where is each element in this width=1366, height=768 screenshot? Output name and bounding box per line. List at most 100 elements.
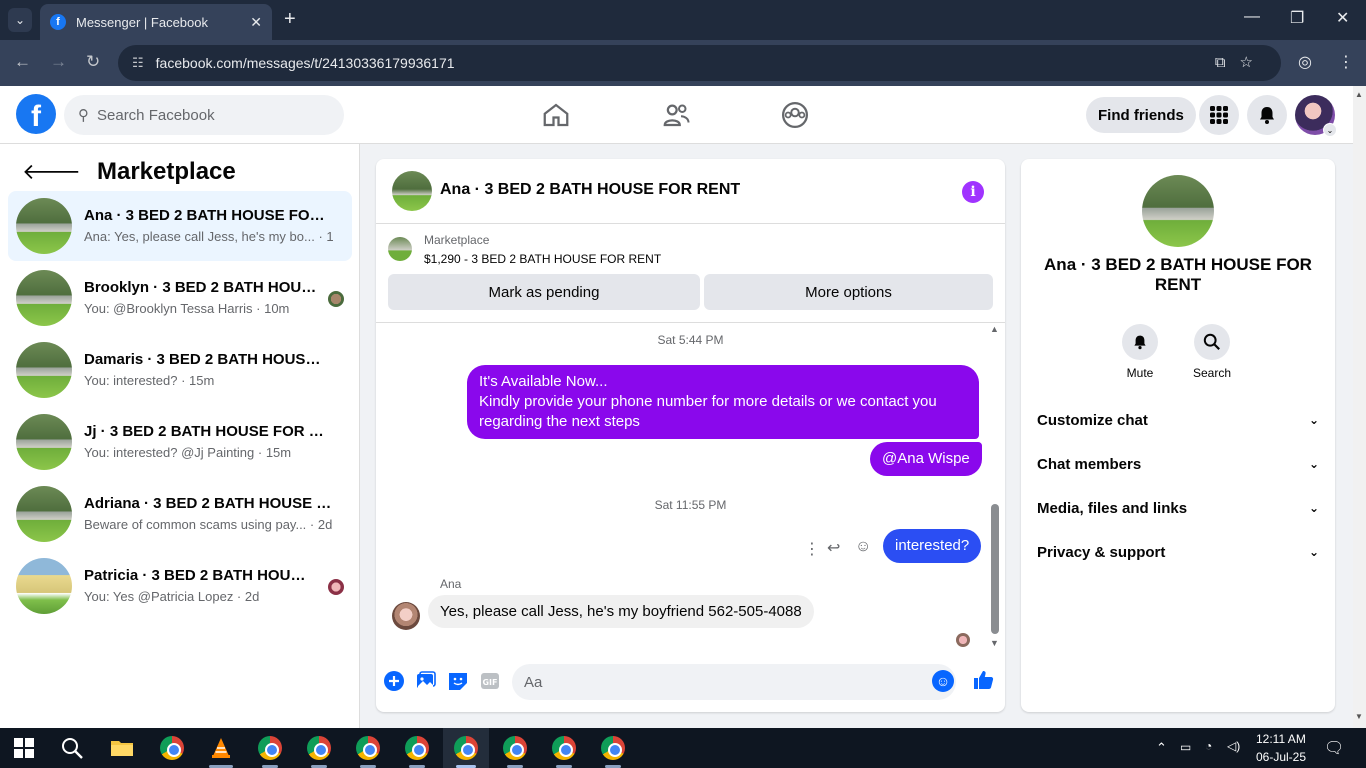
conversation-item-jj[interactable]: Jj · 3 BED 2 BATH HOUSE FOR RENT You: in… xyxy=(8,407,352,477)
minimize-icon[interactable]: — xyxy=(1244,8,1260,26)
show-hidden-icons-chevron-icon[interactable]: ⌃ xyxy=(1156,740,1167,756)
clock-time[interactable]: 12:11 AM xyxy=(1256,732,1306,746)
notification-center-icon[interactable]: 🗨 xyxy=(1324,738,1344,758)
profile-icon[interactable]: ◎ xyxy=(1298,52,1312,72)
search-label: Search xyxy=(1192,366,1232,380)
message-thread[interactable]: Sat 5:44 PM It's Available Now... Kindly… xyxy=(376,322,1005,652)
tab-search-chevron-icon[interactable]: ⌄ xyxy=(8,8,32,32)
chat-members-row[interactable]: Chat members ⌄ xyxy=(1037,452,1319,476)
file-explorer-icon[interactable] xyxy=(110,736,134,760)
sender-avatar[interactable] xyxy=(392,602,420,630)
facebook-logo-icon[interactable]: f xyxy=(16,94,56,134)
notifications-bell-icon[interactable] xyxy=(1247,95,1287,135)
chevron-down-icon: ⌄ xyxy=(1323,123,1337,137)
plus-circle-icon[interactable] xyxy=(383,670,405,692)
chrome-profile-icon[interactable] xyxy=(258,736,282,760)
emoji-icon[interactable]: ☺ xyxy=(932,670,954,692)
chrome-icon[interactable] xyxy=(160,736,184,760)
site-settings-icon[interactable]: ☷ xyxy=(132,55,144,71)
conversation-item-patricia[interactable]: Patricia · 3 BED 2 BATH HOUSE FOR RENT Y… xyxy=(8,551,352,621)
scroll-up-icon[interactable]: ▲ xyxy=(990,324,999,334)
bookmark-star-icon[interactable]: ☆ xyxy=(1240,54,1267,71)
more-actions-icon[interactable]: ⋮ xyxy=(804,539,820,559)
chrome-profile-icon[interactable] xyxy=(552,736,576,760)
address-bar[interactable]: ☷ facebook.com/messages/t/24130336179936… xyxy=(118,45,1281,81)
install-app-icon[interactable]: ⧉ xyxy=(1215,54,1240,71)
sent-message[interactable]: interested? xyxy=(883,529,982,563)
windows-start-icon[interactable] xyxy=(14,738,34,758)
volume-icon[interactable]: ◁) xyxy=(1227,739,1240,753)
tab-title: Messenger | Facebook xyxy=(76,14,208,30)
friends-icon[interactable] xyxy=(661,100,691,130)
reply-icon[interactable]: ↩ xyxy=(827,538,840,558)
battery-icon[interactable]: ▭ xyxy=(1180,740,1191,754)
thumbs-up-icon[interactable] xyxy=(972,668,996,692)
listing-avatar[interactable] xyxy=(1142,175,1214,247)
seen-avatar xyxy=(328,579,344,595)
conversation-item-brooklyn[interactable]: Brooklyn · 3 BED 2 BATH HOUSE FOR RENT Y… xyxy=(8,263,352,333)
conversation-name: Patricia · 3 BED 2 BATH HOUSE FOR RENT xyxy=(84,567,312,584)
groups-icon[interactable] xyxy=(780,100,810,130)
media-files-links-row[interactable]: Media, files and links ⌄ xyxy=(1037,496,1319,520)
menu-grid-icon[interactable] xyxy=(1199,95,1239,135)
marketplace-label: Marketplace xyxy=(424,233,490,247)
browser-tab-messenger[interactable]: f Messenger | Facebook ✕ xyxy=(40,4,272,40)
chat-title[interactable]: Ana · 3 BED 2 BATH HOUSE FOR RENT xyxy=(440,181,740,199)
vlc-icon[interactable] xyxy=(209,736,233,760)
sent-message[interactable]: It's Available Now... Kindly provide you… xyxy=(467,365,979,439)
find-friends-button[interactable]: Find friends xyxy=(1086,97,1196,133)
conversation-item-adriana[interactable]: Adriana · 3 BED 2 BATH HOUSE FOR RENT Be… xyxy=(8,479,352,549)
scroll-down-icon[interactable]: ▼ xyxy=(1355,712,1363,721)
sticker-icon[interactable] xyxy=(447,670,469,692)
windows-taskbar: ⌃ ▭ ◔ ◁) 12:11 AM 06-Jul-25 🗨 xyxy=(0,728,1366,768)
chrome-profile-icon[interactable] xyxy=(601,736,625,760)
page-scrollbar[interactable]: ▲ ▼ xyxy=(1353,86,1366,728)
chrome-profile-icon-active[interactable] xyxy=(454,736,478,760)
gif-icon[interactable]: GIF xyxy=(479,670,501,692)
clock-date[interactable]: 06-Jul-25 xyxy=(1256,750,1306,764)
chrome-profile-icon[interactable] xyxy=(405,736,429,760)
back-arrow-icon[interactable]: ← xyxy=(14,52,31,72)
conversation-item-damaris[interactable]: Damaris · 3 BED 2 BATH HOUSE FOR RENT Yo… xyxy=(8,335,352,405)
scroll-down-icon[interactable]: ▼ xyxy=(990,638,999,648)
back-arrow-icon[interactable]: 🡐 xyxy=(22,159,81,185)
restore-icon[interactable]: ❐ xyxy=(1290,8,1304,28)
react-emoji-icon[interactable]: ☺ xyxy=(855,538,871,556)
search-in-conversation-button[interactable]: Search xyxy=(1182,324,1242,380)
message-placeholder: Aa xyxy=(524,673,543,691)
reload-icon[interactable]: ↻ xyxy=(86,52,100,72)
more-options-button[interactable]: More options xyxy=(704,274,993,310)
facebook-search-input[interactable]: ⚲ Search Facebook xyxy=(64,95,344,135)
chrome-profile-icon[interactable] xyxy=(307,736,331,760)
chat-scrollbar[interactable]: ▲ ▼ xyxy=(989,324,1001,650)
listing-thumbnail xyxy=(16,558,72,614)
chrome-profile-icon[interactable] xyxy=(356,736,380,760)
scroll-up-icon[interactable]: ▲ xyxy=(1355,90,1363,99)
facebook-top-nav: f ⚲ Search Facebook Find friends ⌄ xyxy=(0,86,1353,144)
message-input[interactable]: Aa xyxy=(512,664,956,700)
photo-icon[interactable] xyxy=(415,670,437,692)
chrome-profile-icon[interactable] xyxy=(503,736,527,760)
mark-as-pending-button[interactable]: Mark as pending xyxy=(388,274,700,310)
customize-chat-row[interactable]: Customize chat ⌄ xyxy=(1037,408,1319,432)
info-title: Ana · 3 BED 2 BATH HOUSE FOR RENT xyxy=(1044,255,1312,294)
wifi-icon[interactable]: ◔ xyxy=(1205,739,1212,753)
close-window-icon[interactable]: ✕ xyxy=(1336,8,1349,28)
privacy-support-row[interactable]: Privacy & support ⌄ xyxy=(1037,540,1319,564)
scrollbar-thumb[interactable] xyxy=(991,504,999,634)
home-icon[interactable] xyxy=(541,100,571,130)
chrome-menu-icon[interactable]: ⋮ xyxy=(1338,52,1354,72)
close-tab-icon[interactable]: ✕ xyxy=(250,14,262,31)
conversation-item-ana[interactable]: Ana · 3 BED 2 BATH HOUSE FOR RENT Ana: Y… xyxy=(8,191,352,261)
forward-arrow-icon[interactable]: → xyxy=(50,52,67,72)
mute-button[interactable]: Mute xyxy=(1110,324,1170,380)
received-message[interactable]: Yes, please call Jess, he's my boyfriend… xyxy=(428,595,814,628)
taskbar-search-icon[interactable] xyxy=(60,736,84,760)
conversation-name: Adriana · 3 BED 2 BATH HOUSE FOR RENT xyxy=(84,495,334,512)
chat-avatar[interactable] xyxy=(392,171,432,211)
new-tab-plus-icon[interactable]: + xyxy=(284,8,296,31)
account-avatar[interactable]: ⌄ xyxy=(1295,95,1337,137)
info-icon[interactable]: i xyxy=(962,181,984,203)
read-receipt-avatar xyxy=(956,633,970,647)
sent-message-mention[interactable]: @Ana Wispe xyxy=(870,442,982,476)
